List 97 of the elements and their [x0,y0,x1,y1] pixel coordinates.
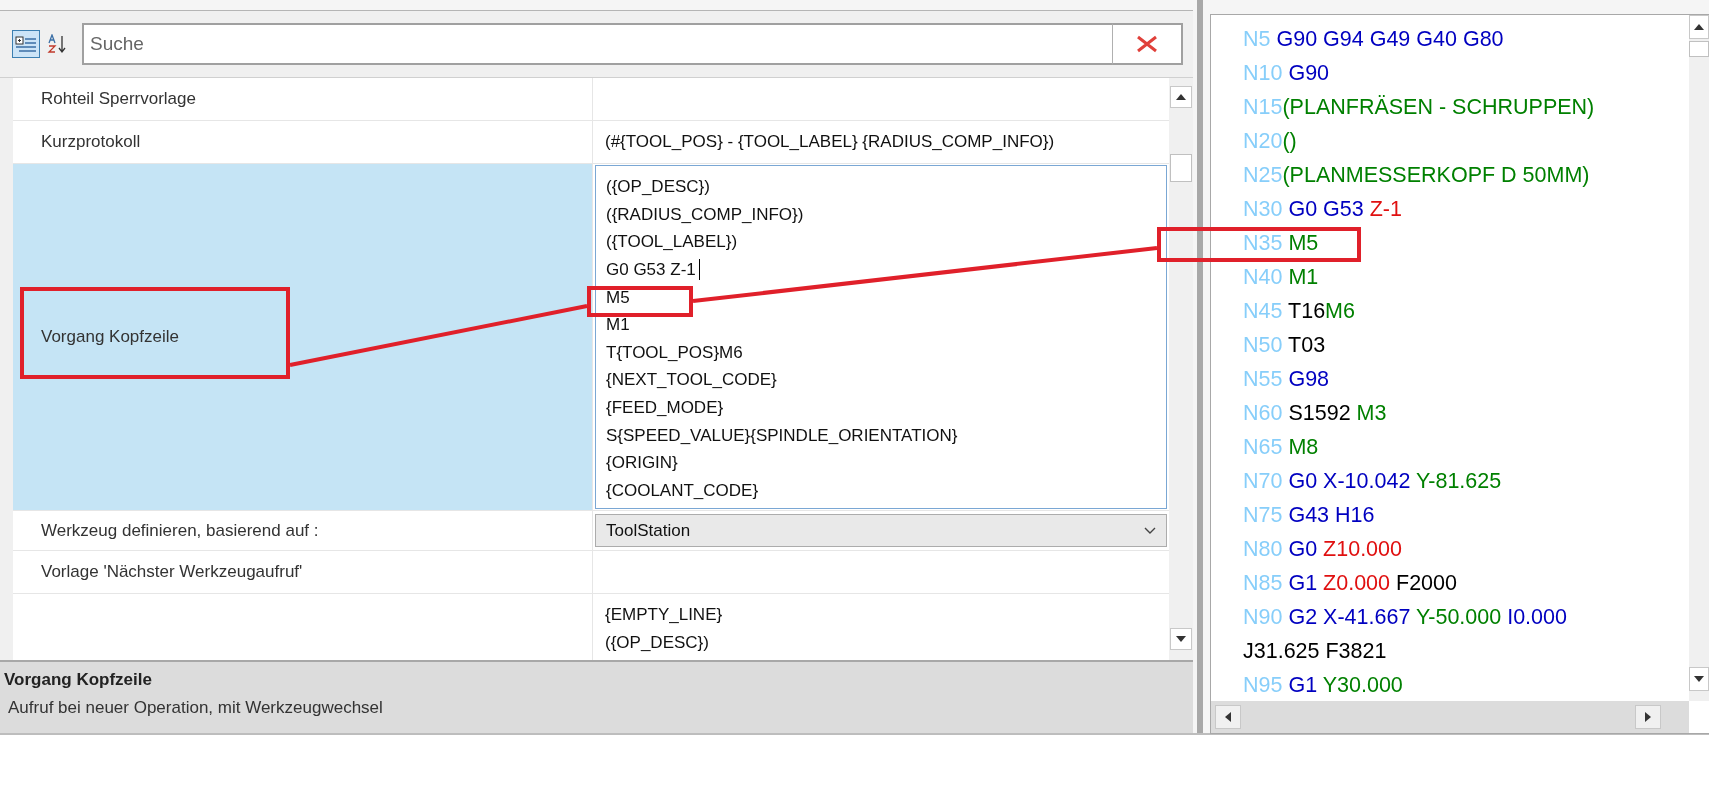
line-number: N35 [1243,231,1283,255]
left-arrow-icon [1224,711,1232,723]
template-line: ({OP_DESC}) [605,632,710,653]
template-line: {ORIGIN} [606,452,679,474]
code-word: Y-50.000 [1414,605,1502,629]
code-word: Z-1 [1368,197,1402,221]
line-number: N55 [1243,367,1283,391]
template-line: M5 [606,286,631,308]
line-number: N20 [1243,129,1283,153]
categorized-list-icon [15,35,37,53]
search-field[interactable]: Suche [82,23,1113,65]
code-word: G0 X-10.042 [1287,469,1411,493]
code-word: F2000 [1395,571,1457,595]
code-word: () [1282,129,1297,153]
code-word: T03 [1287,333,1326,357]
code-word: M3 [1355,401,1387,425]
code-word: Y-81.625 [1414,469,1502,493]
property-value: (#{TOOL_POS} - {TOOL_LABEL} {RADIUS_COMP_INFO}) [604,132,1055,152]
clear-search-button[interactable] [1113,23,1183,65]
line-number: N40 [1243,265,1283,289]
line-number: N25 [1243,163,1283,187]
up-arrow-icon [1175,93,1187,101]
code-word: G2 X-41.667 [1287,605,1411,629]
property-name: Vorgang Kopfzeile [41,327,179,348]
property-row[interactable]: Werkzeug definieren, basierend auf : ToolStation [13,511,1169,552]
line-number: N60 [1243,401,1283,425]
line-number: N90 [1243,605,1283,629]
description-text: Aufruf bei neuer Operation, mit Werkzeugwechsel [7,698,384,718]
scroll-up-button[interactable] [1170,86,1192,108]
line-number: N15 [1243,95,1283,119]
line-number: N65 [1243,435,1283,459]
code-word: S1592 [1287,401,1351,425]
line-number: N75 [1243,503,1283,527]
template-line: T{TOOL_POS}M6 [606,341,744,363]
code-word: G90 G94 G49 G40 G80 [1275,27,1504,51]
description-title: Vorgang Kopfzeile [4,670,153,690]
code-word: G0 [1287,537,1318,561]
line-number: N30 [1243,197,1283,221]
code-word: G98 [1287,367,1330,391]
property-row[interactable]: Rohteil Sperrvorlage [13,78,1169,121]
property-name: Werkzeug definieren, basierend auf : [41,520,319,541]
chevron-down-icon [1144,526,1156,535]
template-line: S{SPEED_VALUE}{SPINDLE_ORIENTATION} [606,424,959,446]
code-word: G1 [1287,571,1318,595]
code-word: G1 [1287,673,1318,697]
scroll-thumb[interactable] [1170,154,1192,182]
code-word: (PLANFRÄSEN - SCHRUPPEN) [1282,95,1595,119]
horizontal-scrollbar[interactable] [1211,701,1689,733]
line-number: N5 [1243,27,1271,51]
property-row[interactable]: Vorlage 'Nächster Werkzeugaufruf' [13,551,1169,595]
code-word: M1 [1287,265,1319,289]
template-line: {FEED_MODE} [606,397,725,419]
line-number: N80 [1243,537,1283,561]
code-word: G43 H16 [1287,503,1375,527]
categorized-view-button[interactable] [12,30,40,58]
template-line: ({OP_DESC}) [606,176,711,198]
template-line: G0 G53 Z-1 [606,259,700,281]
scroll-left-button[interactable] [1215,705,1241,729]
scroll-down-button[interactable] [1689,667,1709,691]
scroll-down-button[interactable] [1170,628,1192,650]
property-name: Rohteil Sperrvorlage [41,89,196,109]
text-area[interactable]: ({OP_DESC}) ({RADIUS_COMP_INFO}) ({TOOL_LABEL}) G0 G53 Z-1 M5 M1 T{TOOL_POS}M6 {NEXT_TOOL_CODE} {FEED_MODE} S{SPEED_VALUE}{SPINDLE_ORIENTATION} {ORIGIN} {COOLANT_CODE} [595,165,1167,510]
right-arrow-icon [1644,711,1652,723]
code-word: M5 [1287,231,1319,255]
code-word: J31.625 F3821 [1243,639,1387,663]
code-word: T16 [1287,299,1326,323]
code-word: G90 [1287,61,1330,85]
template-line: ({TOOL_LABEL}) [606,231,739,253]
up-arrow-icon [1693,23,1705,31]
down-arrow-icon [1175,635,1187,643]
line-number: N50 [1243,333,1283,357]
scroll-up-button[interactable] [1689,15,1709,39]
line-number: N70 [1243,469,1283,493]
dropdown[interactable]: ToolStation [595,514,1167,548]
scroll-thumb[interactable] [1689,41,1709,57]
line-number: N10 [1243,61,1283,85]
code-word: (PLANMESSERKOPF D 50MM) [1282,163,1590,187]
code-word: Z10.000 [1322,537,1402,561]
line-number: N85 [1243,571,1283,595]
line-number: N45 [1243,299,1283,323]
code-word: G0 G53 [1287,197,1364,221]
code-word: M6 [1325,299,1355,323]
down-arrow-icon [1693,675,1705,683]
template-line: {EMPTY_LINE} [605,604,724,626]
template-line: ({RADIUS_COMP_INFO}) [606,203,805,225]
template-line: {COOLANT_CODE} [606,479,760,501]
property-name: Kurzprotokoll [41,132,141,152]
code-word: M8 [1287,435,1319,459]
code-word: Z0.000 [1322,571,1391,595]
code-word: I0.000 [1506,605,1567,629]
template-line: {NEXT_TOOL_CODE} [606,369,778,391]
scroll-right-button[interactable] [1635,705,1661,729]
close-icon [1136,35,1158,53]
property-name: Vorlage 'Nächster Werkzeugaufruf' [41,562,303,583]
code-word: Y30.000 [1321,673,1403,697]
line-number: N95 [1243,673,1283,697]
template-line: M1 [606,314,631,336]
